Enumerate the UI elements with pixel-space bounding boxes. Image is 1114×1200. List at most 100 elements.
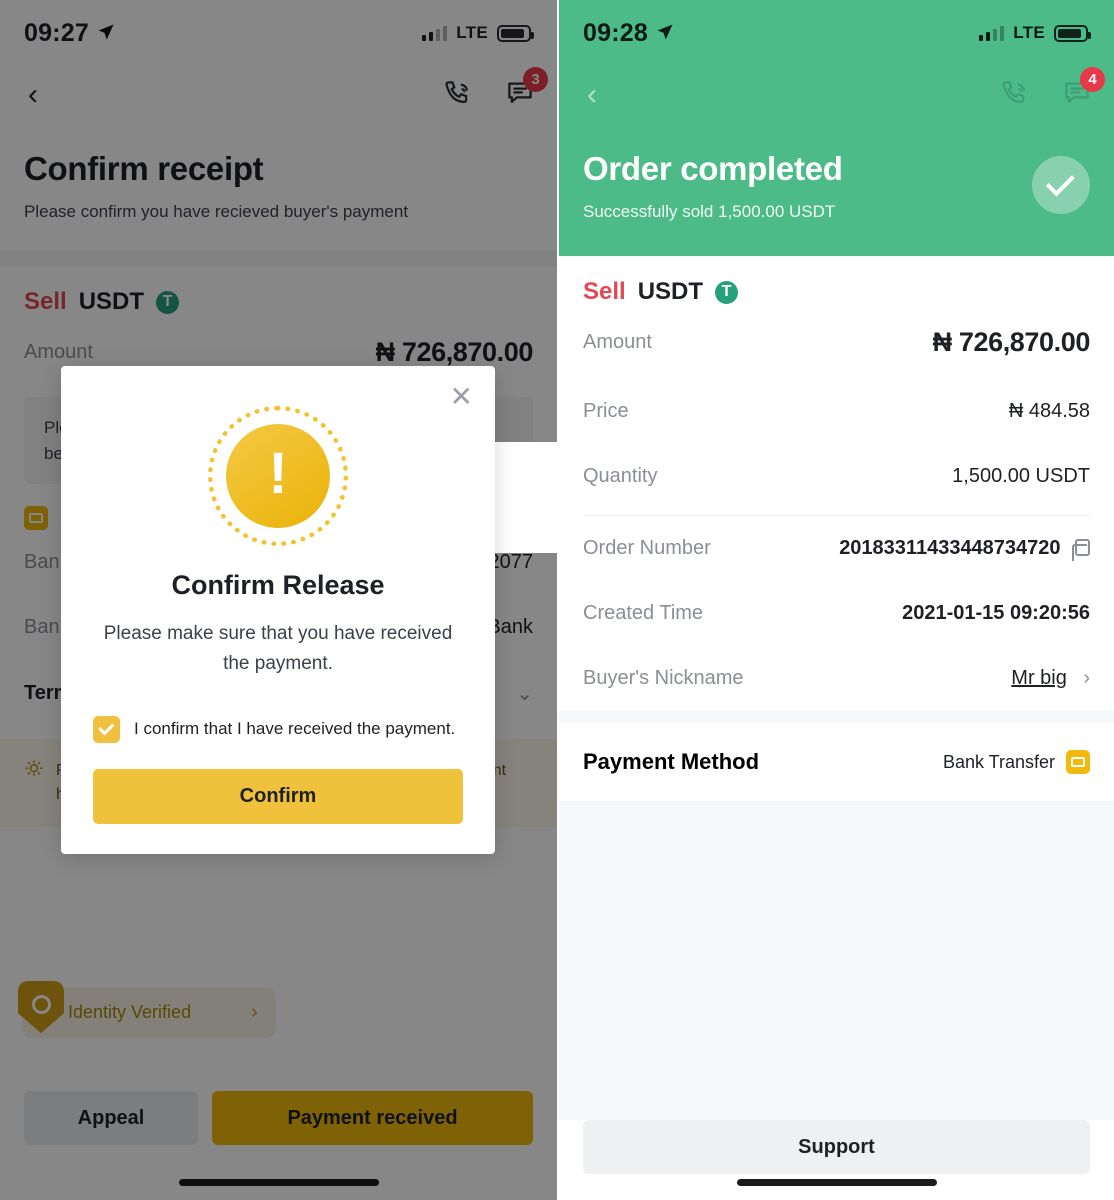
chat-icon[interactable]: 3 bbox=[505, 66, 548, 113]
phone-call-icon[interactable] bbox=[443, 78, 473, 113]
identity-verified-badge[interactable]: Identity Verified › bbox=[18, 981, 276, 1038]
action-bar: Appeal Payment received bbox=[0, 1091, 557, 1145]
dual-screenshot-container: 09:27 LTE ‹ 3 Confirm receipt Please con… bbox=[0, 0, 1114, 1200]
order-completed-header: 09:28 LTE ‹ 4 Order completed Successful… bbox=[559, 0, 1114, 256]
chevron-right-icon[interactable]: › bbox=[1083, 667, 1090, 689]
chat-unread-badge: 3 bbox=[523, 66, 548, 92]
section-divider bbox=[0, 250, 557, 266]
order-number-value-group: 20183311433448734720 bbox=[839, 537, 1090, 561]
phone-call-icon[interactable] bbox=[1000, 78, 1030, 113]
order-number-row: Order Number 20183311433448734720 bbox=[583, 516, 1090, 581]
status-bar: 09:27 LTE bbox=[0, 0, 557, 66]
order-meta-section: Order Number 20183311433448734720 Create… bbox=[559, 516, 1114, 711]
copy-icon[interactable] bbox=[1072, 539, 1090, 561]
trade-asset-label: USDT bbox=[637, 278, 704, 305]
amount-label: Amount bbox=[24, 341, 93, 363]
price-label: Price bbox=[583, 400, 629, 422]
confirm-button[interactable]: Confirm bbox=[93, 768, 463, 824]
payment-method-title: Payment Method bbox=[583, 749, 760, 774]
buyer-nickname-value[interactable]: Mr big bbox=[1011, 667, 1067, 689]
page-header: Confirm receipt Please confirm you have … bbox=[0, 124, 557, 232]
home-indicator bbox=[178, 1179, 379, 1186]
price-row: Price ₦ 484.58 bbox=[583, 379, 1090, 444]
amount-label: Amount bbox=[583, 331, 652, 353]
order-number-value: 20183311433448734720 bbox=[839, 537, 1061, 559]
usdt-icon: T bbox=[715, 280, 739, 304]
order-status-subtitle: Successfully sold 1,500.00 USDT bbox=[583, 202, 836, 221]
warning-exclamation-icon: ! bbox=[208, 406, 348, 546]
hero-text: Order completed Successfully sold 1,500.… bbox=[583, 150, 843, 222]
check-circle-icon bbox=[1032, 156, 1090, 214]
appeal-button[interactable]: Appeal bbox=[24, 1091, 198, 1145]
lightbulb-icon bbox=[24, 759, 44, 807]
network-type-label: LTE bbox=[456, 23, 488, 42]
order-status-title: Order completed bbox=[583, 150, 843, 187]
payment-method-value: Bank Transfer bbox=[942, 751, 1055, 772]
trade-side-label: Sell bbox=[583, 278, 626, 305]
status-indicators: LTE bbox=[978, 23, 1091, 43]
screen-confirm-receipt: 09:27 LTE ‹ 3 Confirm receipt Please con… bbox=[0, 0, 557, 1200]
nav-actions: 4 bbox=[1000, 66, 1105, 113]
dialog-description: Please make sure that you have received … bbox=[103, 623, 453, 675]
usdt-icon: T bbox=[156, 290, 180, 314]
warning-ring bbox=[208, 406, 348, 546]
confirm-checkbox-label: I confirm that I have received the payme… bbox=[134, 719, 456, 739]
created-time-value: 2021-01-15 09:20:56 bbox=[902, 602, 1090, 624]
chat-icon[interactable]: 4 bbox=[1062, 66, 1105, 113]
empty-content-area bbox=[559, 801, 1114, 1120]
nav-bar: ‹ 4 bbox=[559, 66, 1114, 124]
chat-unread-badge: 4 bbox=[1080, 66, 1105, 92]
bank-card-icon bbox=[24, 506, 48, 530]
close-icon[interactable]: ✕ bbox=[450, 383, 473, 411]
status-indicators: LTE bbox=[421, 23, 534, 43]
buyer-nickname-label: Buyer's Nickname bbox=[583, 667, 744, 689]
confirm-release-dialog: ✕ ! Confirm Release Please make sure tha… bbox=[61, 366, 495, 854]
location-arrow-icon bbox=[656, 19, 674, 48]
status-time-group: 09:28 bbox=[583, 19, 674, 48]
confirm-checkbox[interactable] bbox=[93, 715, 120, 743]
buyer-nickname-value-group: Mr big › bbox=[1011, 667, 1090, 690]
payment-received-button[interactable]: Payment received bbox=[212, 1091, 533, 1145]
order-completed-hero: Order completed Successfully sold 1,500.… bbox=[559, 124, 1114, 256]
chevron-left-icon[interactable]: ‹ bbox=[28, 80, 38, 110]
bank-row-value: 2077 bbox=[488, 551, 534, 573]
created-time-label: Created Time bbox=[583, 602, 704, 624]
support-bar: Support bbox=[559, 1120, 1114, 1200]
trade-side-label: Sell bbox=[24, 288, 67, 315]
section-spacer bbox=[559, 711, 1114, 723]
status-time: 09:28 bbox=[583, 18, 648, 47]
trade-pair: Sell USDT T bbox=[24, 266, 533, 316]
location-arrow-icon bbox=[97, 19, 115, 48]
chevron-left-icon[interactable]: ‹ bbox=[587, 80, 597, 110]
chevron-down-icon[interactable]: ⌄ bbox=[516, 681, 533, 706]
amount-value: ₦ 726,870.00 bbox=[932, 327, 1091, 357]
amount-row: Amount ₦ 726,870.00 bbox=[583, 306, 1090, 379]
screen-order-completed: 09:28 LTE ‹ 4 Order completed Successful… bbox=[557, 0, 1114, 1200]
nav-bar: ‹ 3 bbox=[0, 66, 557, 124]
status-time: 09:27 bbox=[24, 18, 89, 47]
quantity-row: Quantity 1,500.00 USDT bbox=[583, 444, 1090, 509]
identity-verified-label: Identity Verified bbox=[68, 1002, 192, 1022]
order-number-label: Order Number bbox=[583, 537, 711, 559]
payment-method-value-group: Bank Transfer bbox=[943, 750, 1090, 774]
trade-pair: Sell USDT T bbox=[583, 256, 1090, 306]
quantity-label: Quantity bbox=[583, 465, 658, 487]
amount-value: ₦ 726,870.00 bbox=[375, 337, 534, 367]
price-value: ₦ 484.58 bbox=[1008, 400, 1090, 422]
confirm-checkbox-row[interactable]: I confirm that I have received the payme… bbox=[93, 715, 463, 743]
status-bar: 09:28 LTE bbox=[559, 0, 1114, 66]
created-time-row: Created Time 2021-01-15 09:20:56 bbox=[583, 581, 1090, 646]
dialog-title: Confirm Release bbox=[171, 570, 385, 600]
support-button[interactable]: Support bbox=[583, 1120, 1090, 1174]
order-detail-section: Sell USDT T Amount ₦ 726,870.00 Price ₦ … bbox=[559, 256, 1114, 509]
battery-icon bbox=[1054, 24, 1091, 42]
shield-check-icon bbox=[18, 981, 64, 1033]
chevron-right-icon[interactable]: › bbox=[251, 1001, 258, 1024]
network-type-label: LTE bbox=[1013, 23, 1045, 42]
payment-method-row: Payment Method Bank Transfer bbox=[559, 723, 1114, 801]
home-indicator bbox=[736, 1179, 937, 1186]
battery-icon bbox=[497, 24, 534, 42]
buyer-nickname-row[interactable]: Buyer's Nickname Mr big › bbox=[583, 646, 1090, 711]
nav-actions: 3 bbox=[443, 66, 548, 113]
page-title: Confirm receipt bbox=[24, 150, 264, 187]
